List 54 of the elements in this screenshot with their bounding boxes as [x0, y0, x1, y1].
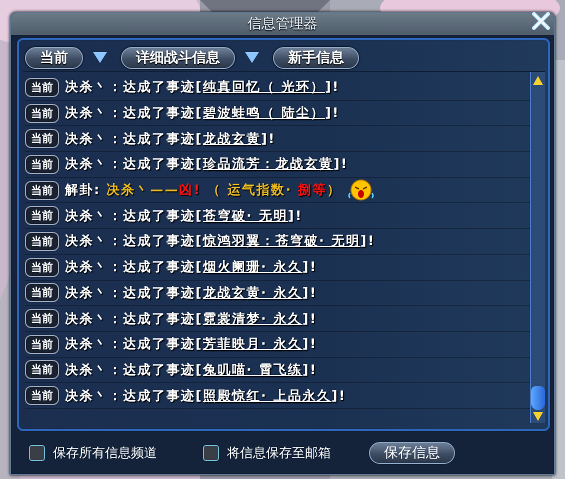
- achievement-link[interactable]: 芳菲映月· 永久: [202, 337, 302, 352]
- channel-badge: 当前: [25, 309, 59, 328]
- message-text: 决杀丶：达成了事迹[龙战玄黄]!: [65, 130, 276, 148]
- channel-badge: 当前: [25, 386, 59, 406]
- message-text: 决杀丶：达成了事迹[苍穹破· 无明]!: [65, 208, 303, 225]
- message-text: 决杀丶：达成了事迹[惊鸿羽翼：苍穹破· 无明]!: [65, 232, 376, 250]
- checkbox-label: 保存所有信息频道: [53, 444, 157, 462]
- channel-badge: 当前: [25, 104, 59, 123]
- channel-badge: 当前: [25, 283, 59, 302]
- achievement-link[interactable]: 珍品流芳：龙战玄黄: [202, 157, 334, 172]
- close-icon[interactable]: [530, 10, 552, 32]
- window-title: 信息管理器: [248, 15, 318, 33]
- achievement-link[interactable]: 纯真回忆（ 光环）: [202, 80, 325, 96]
- channel-badge: 当前: [25, 232, 59, 251]
- checkbox[interactable]: [203, 444, 219, 460]
- dropdown-arrow-icon[interactable]: [245, 52, 259, 63]
- channel-badge: 当前: [25, 180, 59, 200]
- achievement-link[interactable]: 烟火阑珊· 永久: [202, 260, 302, 276]
- channel-badge: 当前: [25, 154, 59, 174]
- scroll-up-arrow-icon[interactable]: [533, 76, 543, 85]
- scroll-down-arrow-icon[interactable]: [533, 412, 543, 421]
- message-text: 决杀丶：达成了事迹[霓裳清梦· 永久]!: [65, 310, 318, 328]
- channel-badge: 当前: [25, 78, 59, 97]
- channel-badge: 当前: [25, 258, 59, 277]
- scrollbar[interactable]: [530, 72, 545, 423]
- dropdown-arrow-icon[interactable]: [93, 52, 107, 63]
- message-text: 解卦: 决杀丶——凶! （ 运气指数· 捌等）: [65, 182, 342, 200]
- message-text: 决杀丶：达成了事迹[珍品流芳：龙战玄黄]!: [65, 156, 348, 174]
- message-text: 决杀丶：达成了事迹[烟火阑珊· 永久]!: [65, 258, 318, 276]
- tab[interactable]: 详细战斗信息: [121, 46, 235, 68]
- message-text: 决杀丶：达成了事迹[芳菲映月· 永久]!: [65, 336, 318, 354]
- achievement-link[interactable]: 龙战玄黄· 永久: [202, 286, 302, 301]
- checkbox-label: 将信息保存至邮箱: [227, 444, 331, 462]
- channel-badge: 当前: [25, 334, 59, 354]
- tab[interactable]: 当前: [25, 46, 83, 68]
- achievement-link[interactable]: 惊鸿羽翼：苍穹破· 无明: [202, 234, 360, 250]
- tab[interactable]: 新手信息: [273, 46, 359, 68]
- message-text: 决杀丶：达成了事迹[龙战玄黄· 永久]!: [65, 284, 318, 302]
- channel-badge: 当前: [25, 360, 59, 380]
- achievement-link[interactable]: 兔叽喵· 霄飞练: [202, 362, 302, 378]
- scroll-thumb[interactable]: [531, 386, 545, 410]
- achievement-link[interactable]: 照殿惊红· 上品永久: [202, 388, 332, 404]
- channel-badge: 当前: [25, 206, 59, 226]
- save-button[interactable]: 保存信息: [369, 442, 455, 464]
- channel-badge: 当前: [25, 129, 59, 148]
- achievement-link[interactable]: 龙战玄黄: [202, 132, 261, 147]
- achievement-link[interactable]: 碧波蛙鸣（ 陆尘）: [202, 106, 325, 122]
- message-text: 决杀丶：达成了事迹[照殿惊红· 上品永久]!: [65, 388, 346, 405]
- message-text: 决杀丶：达成了事迹[兔叽喵· 霄飞练]!: [65, 362, 318, 379]
- message-text: 决杀丶：达成了事迹[纯真回忆（ 光环）]!: [65, 78, 340, 96]
- checkbox[interactable]: [29, 444, 45, 460]
- achievement-link[interactable]: 苍穹破· 无明: [202, 208, 288, 224]
- message-text: 决杀丶：达成了事迹[碧波蛙鸣（ 陆尘）]!: [65, 104, 340, 122]
- achievement-link[interactable]: 霓裳清梦· 永久: [202, 312, 302, 327]
